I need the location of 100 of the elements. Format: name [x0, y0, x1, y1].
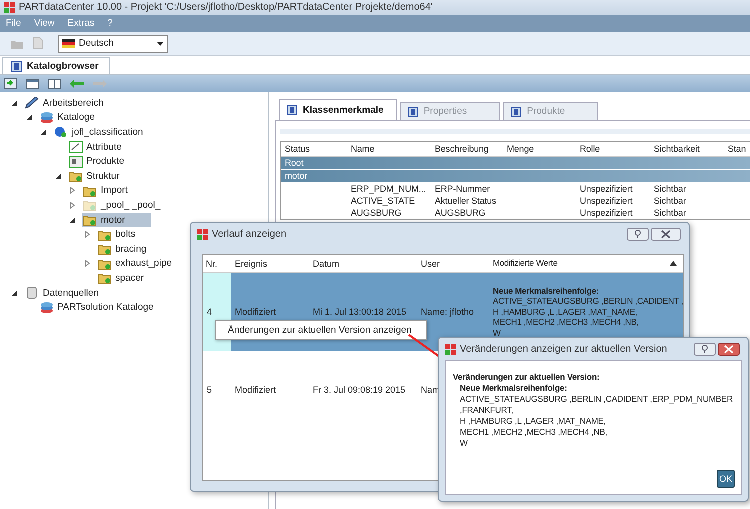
- tree-item[interactable]: Attribute: [68, 140, 128, 154]
- change-line: H ,HAMBURG ,L ,LAGER ,MAT_NAME,: [460, 416, 608, 427]
- tree-item[interactable]: Produkte: [68, 154, 131, 169]
- layout-icon[interactable]: [26, 78, 39, 88]
- table-cell-text: Sichtbar: [653, 184, 688, 194]
- folder-icon: [68, 170, 82, 182]
- column-header[interactable]: Modifizierte Werte: [489, 258, 683, 269]
- table-cell-text: AUGSBURG: [350, 208, 403, 218]
- column-header[interactable]: Datum: [309, 258, 417, 268]
- import-icon[interactable]: [4, 78, 17, 89]
- column-header[interactable]: Menge: [503, 144, 576, 154]
- window-icon: [11, 60, 22, 72]
- tree-item[interactable]: _pool_ _pool_: [82, 198, 167, 212]
- tree-item[interactable]: Arbeitsbereich: [24, 96, 110, 110]
- ok-button[interactable]: OK: [717, 470, 735, 488]
- app-logo-icon: [4, 2, 15, 13]
- expand-toggle-icon[interactable]: [10, 100, 19, 107]
- help-icon[interactable]: [627, 228, 649, 240]
- scroll-up-icon[interactable]: [670, 261, 677, 266]
- tree-item[interactable]: Datenquellen: [24, 286, 105, 300]
- pen-icon: [25, 97, 39, 110]
- tree-item[interactable]: bolts: [96, 228, 142, 242]
- column-header[interactable]: Nr.: [203, 258, 231, 268]
- change-line: ACTIVE_STATEAUGSBURG ,BERLIN ,CADIDENT ,ERP_PDM_NUMBER: [460, 394, 734, 405]
- table-cell-text: Sichtbar: [653, 208, 688, 218]
- folder-icon: [98, 228, 112, 241]
- change-line: MECH1 ,MECH2 ,MECH3 ,MECH4 ,NB,: [460, 427, 608, 438]
- table-cell-text: 5: [206, 385, 214, 395]
- value-line: H ,HAMBURG ,L ,LAGER ,MAT_NAME,: [493, 306, 638, 318]
- window-icon: [511, 106, 522, 116]
- help-icon[interactable]: [694, 342, 716, 356]
- expand-toggle-icon[interactable]: [82, 231, 92, 238]
- app-logo-icon: [445, 344, 456, 354]
- expand-toggle-icon[interactable]: [54, 172, 62, 180]
- expand-toggle-icon[interactable]: [24, 114, 34, 122]
- tree-item[interactable]: Import: [82, 184, 134, 198]
- expand-toggle-icon[interactable]: [68, 202, 77, 209]
- column-header[interactable]: Ereignis: [231, 258, 309, 268]
- tree-item[interactable]: Kataloge: [38, 110, 102, 125]
- table-cell-text: Unspezifiziert: [579, 208, 634, 218]
- changes-heading: Veränderungen zur aktuellen Version:: [453, 371, 601, 383]
- table-cell-text: Mi 1. Jul 13:00:18 2015: [312, 307, 408, 317]
- table-cell-text: ACTIVE_STATE: [350, 196, 416, 206]
- group-row[interactable]: Root: [281, 157, 750, 170]
- folder-icon: [98, 272, 112, 284]
- group-row[interactable]: motor: [281, 170, 750, 183]
- expand-toggle-icon[interactable]: [10, 290, 19, 297]
- folder-icon: [98, 258, 112, 270]
- tab[interactable]: Klassenmerkmale: [279, 99, 397, 120]
- folder-icon: [83, 199, 97, 212]
- table-cell-text: Unspezifiziert: [579, 184, 634, 194]
- language-select[interactable]: Deutsch: [58, 34, 168, 52]
- tree-item[interactable]: motor: [82, 213, 152, 228]
- column-header[interactable]: User: [417, 258, 489, 268]
- column-header[interactable]: Stan: [724, 144, 750, 154]
- value-line: ACTIVE_STATEAUGSBURG ,BERLIN ,CADIDENT ,: [493, 296, 681, 307]
- value-line: W: [493, 328, 502, 338]
- table-cell-text: ERP-Nummer: [434, 184, 492, 194]
- close-icon[interactable]: [718, 342, 740, 356]
- flag-icon: [62, 39, 75, 48]
- folder-icon: [83, 214, 97, 226]
- expand-toggle-icon[interactable]: [82, 260, 92, 268]
- columns-icon[interactable]: [48, 78, 61, 88]
- column-header[interactable]: Beschreibung: [431, 144, 503, 154]
- tree-item[interactable]: PARTsolution Kataloge: [38, 300, 160, 315]
- value-line: MECH1 ,MECH2 ,MECH3 ,MECH4 ,NB,: [493, 317, 640, 328]
- table-cell-text: Modifiziert: [234, 385, 278, 395]
- table-cell-text: AUGSBURG: [434, 208, 487, 218]
- tab[interactable]: Katalogbrowser: [2, 57, 110, 74]
- column-header[interactable]: Rolle: [576, 144, 650, 154]
- tree-item[interactable]: spacer: [96, 271, 150, 286]
- change-line: W: [460, 438, 469, 449]
- window-icon: [287, 105, 297, 115]
- tree-item[interactable]: Struktur: [68, 169, 126, 184]
- expand-toggle-icon[interactable]: [68, 216, 77, 224]
- stack-icon: [40, 112, 54, 124]
- stack-icon: [40, 302, 54, 314]
- table-cell-text: ERP_PDM_NUM...: [350, 184, 428, 194]
- changes-subheading: Neue Merkmalsreihenfolge:: [460, 383, 568, 394]
- folder-icon: [83, 184, 97, 197]
- change-line: ,FRANKFURT,: [460, 405, 514, 416]
- app-logo-icon: [197, 228, 208, 240]
- column-header[interactable]: Status: [281, 144, 347, 154]
- globe-icon: [54, 126, 68, 138]
- tree-item[interactable]: exhaust_pipe: [96, 256, 178, 271]
- expand-toggle-icon[interactable]: [68, 187, 77, 194]
- tree-item[interactable]: bracing: [96, 242, 153, 256]
- table-cell-text: Aktueller Status: [434, 196, 498, 206]
- column-header[interactable]: Name: [347, 144, 431, 154]
- table-cell-text: Sichtbar: [653, 196, 688, 206]
- window-icon: [408, 106, 418, 116]
- dropdown-caret-icon: [157, 42, 164, 46]
- close-icon[interactable]: [651, 228, 681, 240]
- column-header[interactable]: Sichtbarkeit: [650, 144, 724, 154]
- expand-toggle-icon[interactable]: [39, 128, 48, 136]
- table-cell-text: Modifiziert: [234, 307, 278, 317]
- table-cell-text: Unspezifiziert: [579, 196, 634, 206]
- table-cell-text: Fr 3. Jul 09:08:19 2015: [312, 385, 407, 395]
- tree-item[interactable]: jofl_classification: [53, 125, 150, 140]
- folder-icon: [98, 243, 112, 256]
